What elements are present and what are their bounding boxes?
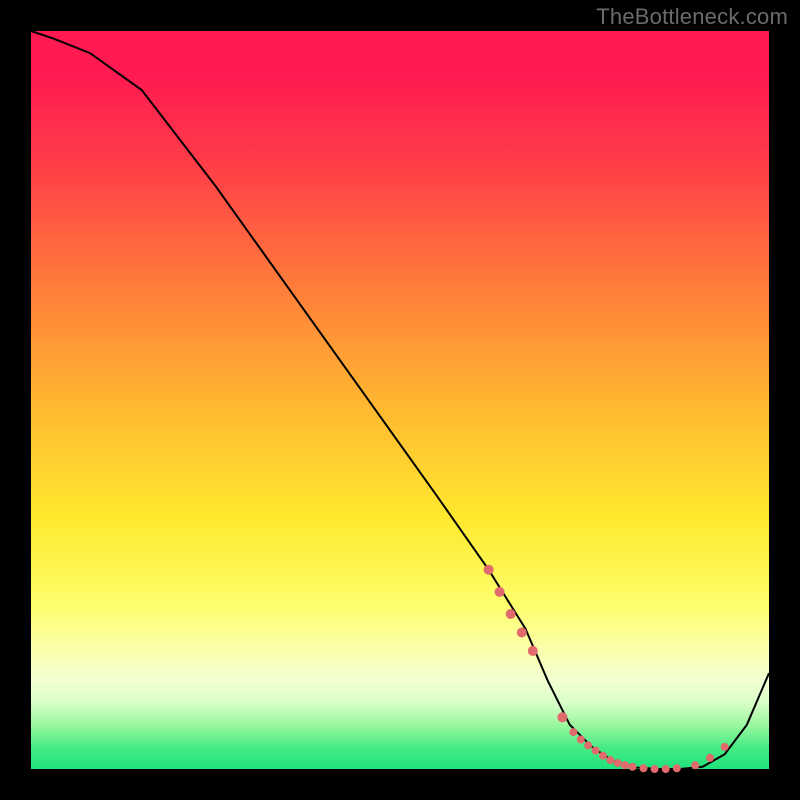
highlight-dot xyxy=(721,743,729,751)
highlight-dot xyxy=(528,646,538,656)
highlight-dot xyxy=(506,609,516,619)
highlight-dot xyxy=(584,741,592,749)
highlight-dot xyxy=(706,754,714,762)
chart-svg xyxy=(31,31,769,769)
plot-area xyxy=(31,31,769,769)
highlight-dot xyxy=(599,752,607,760)
watermark-text: TheBottleneck.com xyxy=(596,4,788,30)
highlight-dot xyxy=(577,736,585,744)
chart-frame: TheBottleneck.com xyxy=(0,0,800,800)
highlight-dot xyxy=(495,587,505,597)
highlight-dot xyxy=(640,764,648,772)
highlight-dot xyxy=(691,761,699,769)
highlight-dot xyxy=(606,756,614,764)
highlight-dot xyxy=(651,765,659,773)
highlight-dot xyxy=(614,759,622,767)
highlight-dot xyxy=(517,628,527,638)
bottleneck-curve xyxy=(31,31,769,769)
highlight-dot xyxy=(592,747,600,755)
highlight-dot xyxy=(484,565,494,575)
highlight-dot xyxy=(621,761,629,769)
highlight-dot xyxy=(673,764,681,772)
highlight-dots xyxy=(484,565,729,773)
highlight-dot xyxy=(629,763,637,771)
highlight-dot xyxy=(557,712,567,722)
highlight-dot xyxy=(662,765,670,773)
highlight-dot xyxy=(569,728,577,736)
